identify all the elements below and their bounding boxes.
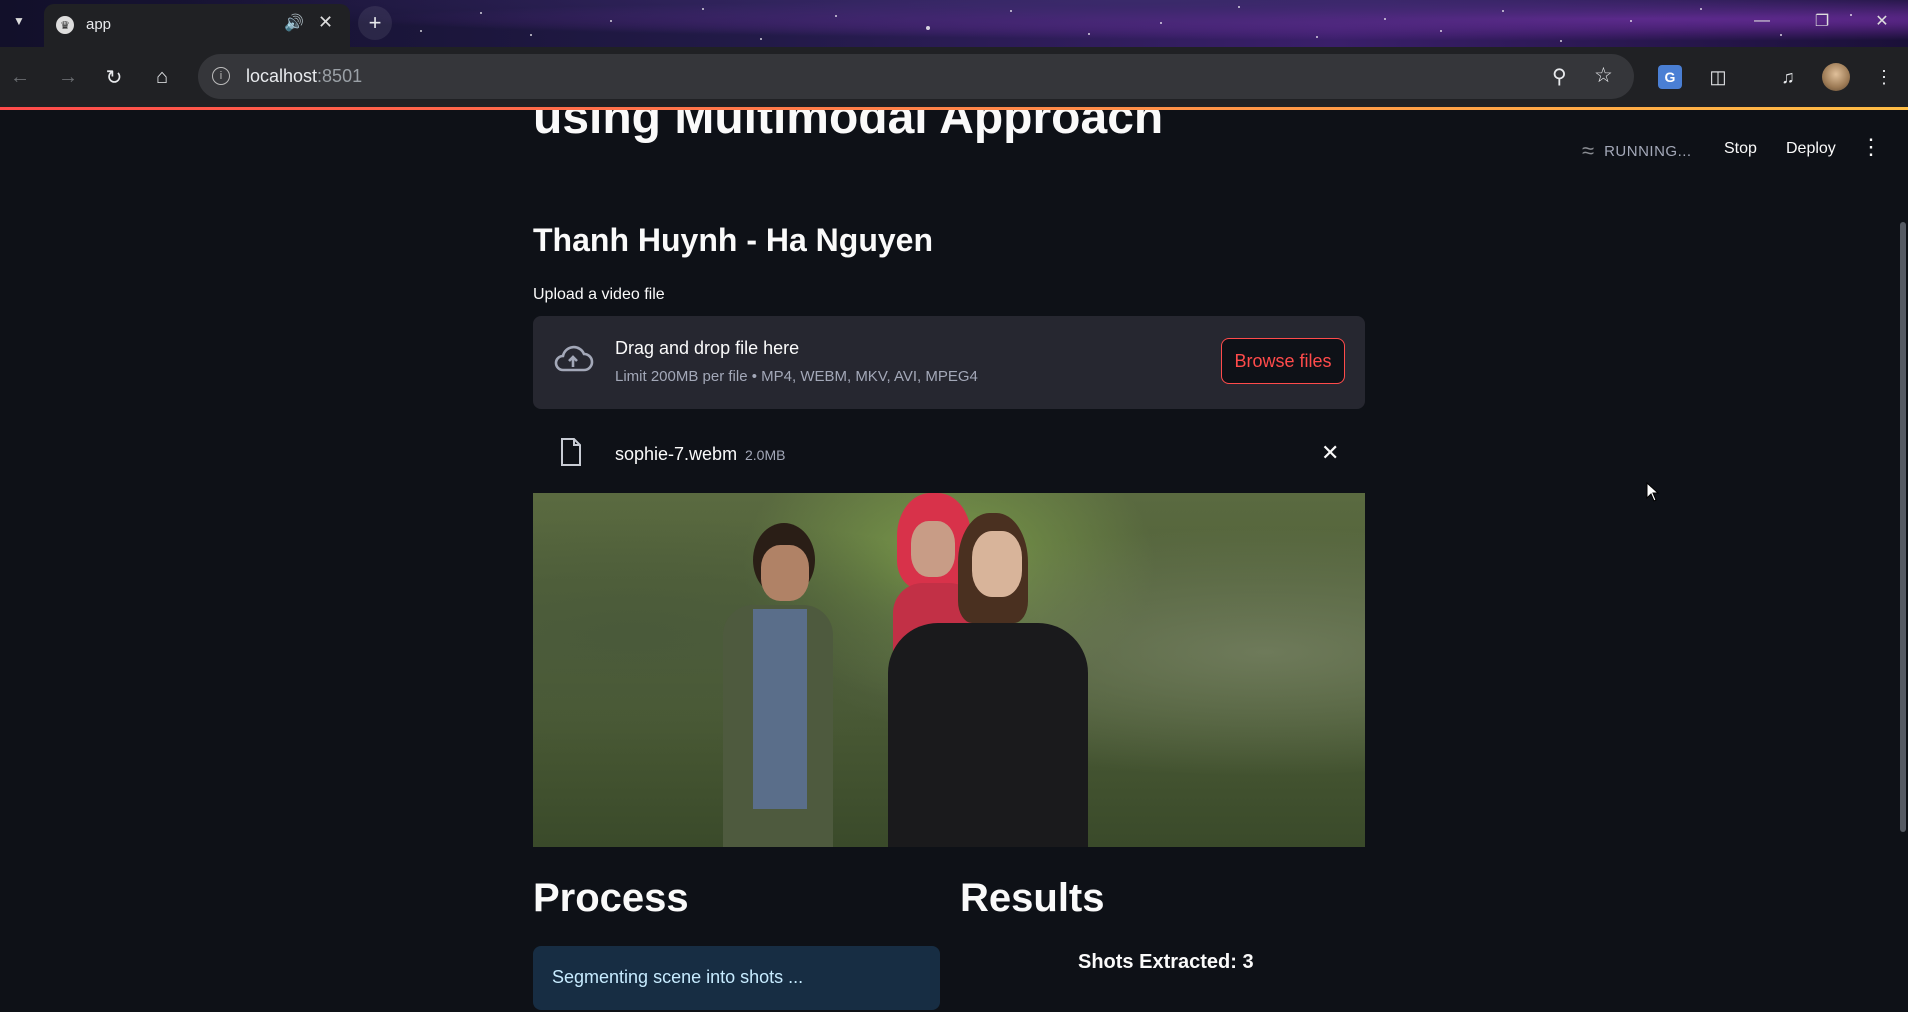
close-icon[interactable]: ✕ [318, 12, 333, 33]
process-status-text: Segmenting scene into shots ... [552, 967, 804, 987]
video-frame-person-right [888, 513, 1088, 847]
window-close-icon[interactable]: ✕ [1862, 6, 1902, 36]
back-icon[interactable]: ← [4, 61, 36, 93]
site-info-icon[interactable]: i [212, 67, 230, 85]
forward-icon[interactable]: → [52, 61, 84, 93]
app-viewport: ≈ RUNNING... Stop Deploy ⋮ using Multimo… [0, 110, 1908, 1012]
page-scrollbar[interactable] [1900, 222, 1906, 832]
home-icon[interactable]: ⌂ [146, 61, 178, 93]
bookmark-star-icon[interactable]: ☆ [1594, 63, 1613, 88]
chevron-down-icon[interactable]: ▼ [8, 10, 30, 32]
restore-icon[interactable]: ❐ [1802, 6, 1842, 36]
more-menu-icon[interactable]: ⋮ [1860, 134, 1882, 160]
results-heading: Results [960, 876, 1105, 920]
translate-icon[interactable]: G [1658, 65, 1682, 89]
deploy-button[interactable]: Deploy [1786, 140, 1836, 158]
address-url[interactable]: localhost:8501 [246, 66, 362, 87]
video-frame-person-left [723, 523, 833, 847]
file-size: 2.0MB [745, 447, 786, 463]
browser-tab-bar: ▼ ♛ app 🔊 ✕ + — ❐ ✕ [0, 0, 1908, 47]
process-status-box: Segmenting scene into shots ... [533, 946, 940, 1010]
profile-avatar[interactable] [1822, 63, 1850, 91]
file-dropzone[interactable]: Drag and drop file here Limit 200MB per … [533, 316, 1365, 409]
chrome-menu-icon[interactable]: ⋮ [1870, 63, 1898, 91]
zoom-icon[interactable]: ⚲ [1552, 64, 1567, 89]
stop-button[interactable]: Stop [1724, 140, 1757, 158]
new-tab-button[interactable]: + [358, 6, 392, 40]
reload-icon[interactable]: ↻ [98, 61, 130, 93]
tab-title: app [86, 16, 112, 33]
authors-heading: Thanh Huynh - Ha Nguyen [533, 222, 933, 258]
file-name: sophie-7.webm [615, 444, 738, 464]
drop-title: Drag and drop file here [615, 338, 800, 358]
mouse-cursor-icon [1646, 482, 1660, 502]
uploaded-file-item: sophie-7.webm 2.0MB ✕ [533, 426, 1365, 486]
upload-limit-text: Limit 200MB per file • MP4, WEBM, MKV, A… [615, 368, 978, 385]
upload-label: Upload a video file [533, 286, 665, 303]
running-icon: ≈ [1582, 138, 1595, 163]
address-bar[interactable]: i localhost:8501 ⚲ ☆ [198, 54, 1634, 99]
app-favicon: ♛ [56, 16, 74, 34]
file-icon [561, 438, 581, 466]
minimize-icon[interactable]: — [1742, 6, 1782, 36]
browser-tab[interactable]: ♛ app 🔊 ✕ [44, 4, 350, 47]
process-heading: Process [533, 876, 689, 920]
upload-cloud-icon [554, 345, 594, 372]
media-control-icon[interactable]: ♫ [1774, 63, 1802, 91]
page-title: using Multimodal Approach [533, 110, 1164, 144]
running-status: ≈ RUNNING... [1582, 138, 1692, 164]
browse-files-button[interactable]: Browse files [1221, 338, 1345, 384]
extensions-icon[interactable]: ◫ [1704, 63, 1732, 91]
video-player[interactable] [533, 493, 1365, 847]
speaker-icon[interactable]: 🔊 [284, 13, 304, 33]
running-text: RUNNING... [1604, 142, 1692, 160]
browser-toolbar: ← → ↻ ⌂ i localhost:8501 ⚲ ☆ G ◫ ♫ ⋮ [0, 47, 1908, 107]
shots-extracted-text: Shots Extracted: 3 [1078, 951, 1254, 973]
remove-file-icon[interactable]: ✕ [1321, 440, 1339, 466]
